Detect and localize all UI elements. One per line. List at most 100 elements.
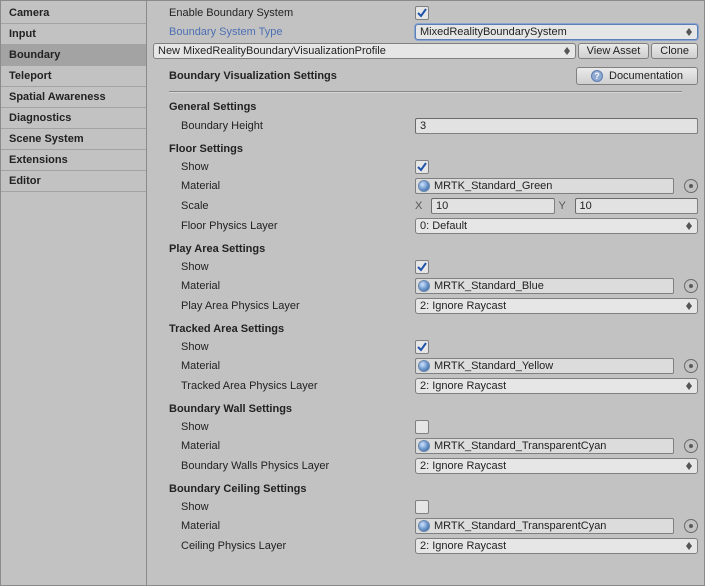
tracked-area-material-value: MRTK_Standard_Yellow bbox=[434, 360, 553, 372]
floor-material-field[interactable]: MRTK_Standard_Green bbox=[415, 178, 674, 194]
boundary-type-label[interactable]: Boundary System Type bbox=[153, 26, 415, 38]
object-picker-icon[interactable] bbox=[684, 359, 698, 373]
tracked-area-material-label: Material bbox=[153, 360, 415, 372]
profile-dropdown[interactable]: New MixedRealityBoundaryVisualizationPro… bbox=[153, 43, 576, 59]
enable-boundary-checkbox[interactable] bbox=[415, 6, 429, 20]
sidebar-item-scene-system[interactable]: Scene System bbox=[1, 129, 146, 150]
ceiling-physics-layer-dropdown[interactable]: 2: Ignore Raycast bbox=[415, 538, 698, 554]
tracked-area-show-label: Show bbox=[153, 341, 415, 353]
general-settings-header: General Settings bbox=[153, 99, 698, 115]
profile-row: New MixedRealityBoundaryVisualizationPro… bbox=[153, 43, 698, 61]
play-area-material-field[interactable]: MRTK_Standard_Blue bbox=[415, 278, 674, 294]
boundary-type-dropdown[interactable]: MixedRealityBoundarySystem bbox=[415, 24, 698, 40]
play-area-material-value: MRTK_Standard_Blue bbox=[434, 280, 544, 292]
play-area-material-label: Material bbox=[153, 280, 415, 292]
dropdown-arrows-icon bbox=[685, 302, 693, 310]
wall-physics-layer-label: Boundary Walls Physics Layer bbox=[153, 460, 415, 472]
sidebar-item-camera[interactable]: Camera bbox=[1, 3, 146, 24]
object-picker-icon[interactable] bbox=[684, 519, 698, 533]
ceiling-material-value: MRTK_Standard_TransparentCyan bbox=[434, 520, 606, 532]
dropdown-arrows-icon bbox=[685, 542, 693, 550]
tracked-area-physics-layer-label: Tracked Area Physics Layer bbox=[153, 380, 415, 392]
main-panel: Enable Boundary System Boundary System T… bbox=[147, 1, 704, 585]
sidebar-item-input[interactable]: Input bbox=[1, 24, 146, 45]
sidebar-item-editor[interactable]: Editor bbox=[1, 171, 146, 192]
play-area-physics-layer-dropdown[interactable]: 2: Ignore Raycast bbox=[415, 298, 698, 314]
floor-material-value: MRTK_Standard_Green bbox=[434, 180, 552, 192]
enable-boundary-row: Enable Boundary System bbox=[153, 5, 698, 21]
floor-scale-label: Scale bbox=[153, 200, 415, 212]
wall-physics-layer-value: 2: Ignore Raycast bbox=[420, 460, 506, 472]
floor-physics-layer-value: 0: Default bbox=[420, 220, 467, 232]
floor-show-label: Show bbox=[153, 161, 415, 173]
documentation-label: Documentation bbox=[609, 70, 683, 82]
wall-physics-layer-dropdown[interactable]: 2: Ignore Raycast bbox=[415, 458, 698, 474]
wall-material-value: MRTK_Standard_TransparentCyan bbox=[434, 440, 606, 452]
ceiling-physics-layer-value: 2: Ignore Raycast bbox=[420, 540, 506, 552]
tracked-area-physics-layer-dropdown[interactable]: 2: Ignore Raycast bbox=[415, 378, 698, 394]
play-area-physics-layer-label: Play Area Physics Layer bbox=[153, 300, 415, 312]
visualization-header: Boundary Visualization Settings ? Docume… bbox=[153, 63, 698, 87]
help-icon: ? bbox=[591, 70, 603, 82]
dropdown-arrows-icon bbox=[563, 47, 571, 55]
wall-material-label: Material bbox=[153, 440, 415, 452]
ceiling-show-label: Show bbox=[153, 501, 415, 513]
sidebar-item-boundary[interactable]: Boundary bbox=[1, 45, 146, 66]
wall-settings-header: Boundary Wall Settings bbox=[153, 397, 698, 417]
wall-show-checkbox[interactable] bbox=[415, 420, 429, 434]
dropdown-arrows-icon bbox=[685, 462, 693, 470]
tracked-area-show-checkbox[interactable] bbox=[415, 340, 429, 354]
sidebar-item-diagnostics[interactable]: Diagnostics bbox=[1, 108, 146, 129]
dropdown-arrows-icon bbox=[685, 28, 693, 36]
documentation-button[interactable]: ? Documentation bbox=[576, 67, 698, 85]
object-picker-icon[interactable] bbox=[684, 279, 698, 293]
floor-material-label: Material bbox=[153, 180, 415, 192]
ceiling-settings-header: Boundary Ceiling Settings bbox=[153, 477, 698, 497]
play-area-show-checkbox[interactable] bbox=[415, 260, 429, 274]
ceiling-material-label: Material bbox=[153, 520, 415, 532]
x-label: X bbox=[415, 200, 427, 212]
sidebar-item-extensions[interactable]: Extensions bbox=[1, 150, 146, 171]
floor-physics-layer-dropdown[interactable]: 0: Default bbox=[415, 218, 698, 234]
visualization-title: Boundary Visualization Settings bbox=[169, 70, 415, 82]
ceiling-material-field[interactable]: MRTK_Standard_TransparentCyan bbox=[415, 518, 674, 534]
material-icon bbox=[418, 280, 430, 292]
boundary-height-label: Boundary Height bbox=[153, 120, 415, 132]
sidebar-item-teleport[interactable]: Teleport bbox=[1, 66, 146, 87]
play-area-show-label: Show bbox=[153, 261, 415, 273]
floor-settings-header: Floor Settings bbox=[153, 137, 698, 157]
tracked-area-settings-header: Tracked Area Settings bbox=[153, 317, 698, 337]
sidebar-item-spatial-awareness[interactable]: Spatial Awareness bbox=[1, 87, 146, 108]
dropdown-arrows-icon bbox=[685, 382, 693, 390]
wall-material-field[interactable]: MRTK_Standard_TransparentCyan bbox=[415, 438, 674, 454]
object-picker-icon[interactable] bbox=[684, 439, 698, 453]
tracked-area-physics-layer-value: 2: Ignore Raycast bbox=[420, 380, 506, 392]
material-icon bbox=[418, 440, 430, 452]
object-picker-icon[interactable] bbox=[684, 179, 698, 193]
material-icon bbox=[418, 520, 430, 532]
boundary-height-input[interactable]: 3 bbox=[415, 118, 698, 134]
enable-boundary-label: Enable Boundary System bbox=[153, 7, 415, 19]
ceiling-physics-layer-label: Ceiling Physics Layer bbox=[153, 540, 415, 552]
inspector-root: Camera Input Boundary Teleport Spatial A… bbox=[0, 0, 705, 586]
floor-show-checkbox[interactable] bbox=[415, 160, 429, 174]
play-area-physics-layer-value: 2: Ignore Raycast bbox=[420, 300, 506, 312]
profile-value: New MixedRealityBoundaryVisualizationPro… bbox=[158, 45, 386, 57]
dropdown-arrows-icon bbox=[685, 222, 693, 230]
sidebar: Camera Input Boundary Teleport Spatial A… bbox=[1, 1, 147, 585]
ceiling-show-checkbox[interactable] bbox=[415, 500, 429, 514]
y-label: Y bbox=[559, 200, 571, 212]
boundary-type-row: Boundary System Type MixedRealityBoundar… bbox=[153, 23, 698, 41]
wall-show-label: Show bbox=[153, 421, 415, 433]
floor-scale-x-input[interactable]: 10 bbox=[431, 198, 555, 214]
play-area-settings-header: Play Area Settings bbox=[153, 237, 698, 257]
view-asset-button[interactable]: View Asset bbox=[578, 43, 650, 59]
tracked-area-material-field[interactable]: MRTK_Standard_Yellow bbox=[415, 358, 674, 374]
boundary-type-value: MixedRealityBoundarySystem bbox=[420, 26, 567, 38]
material-icon bbox=[418, 180, 430, 192]
divider bbox=[169, 91, 682, 93]
material-icon bbox=[418, 360, 430, 372]
floor-physics-layer-label: Floor Physics Layer bbox=[153, 220, 415, 232]
clone-button[interactable]: Clone bbox=[651, 43, 698, 59]
floor-scale-y-input[interactable]: 10 bbox=[575, 198, 699, 214]
